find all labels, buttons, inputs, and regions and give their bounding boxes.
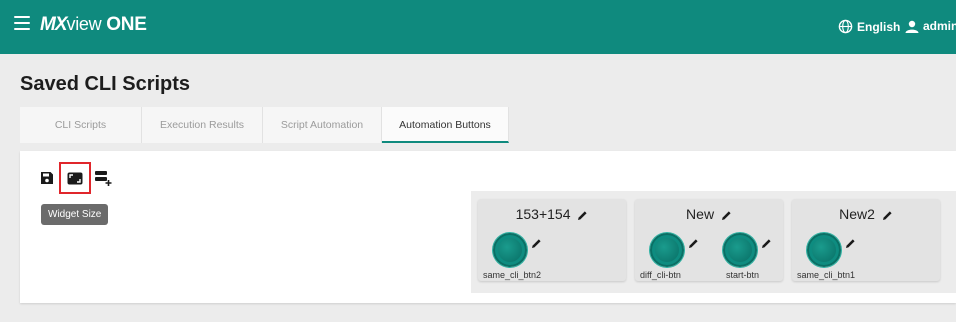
- edit-icon[interactable]: [845, 238, 856, 249]
- edit-icon[interactable]: [761, 238, 772, 249]
- edit-icon[interactable]: [688, 238, 699, 249]
- tab-execution-results[interactable]: Execution Results: [142, 107, 263, 143]
- automation-round-button[interactable]: [807, 233, 841, 267]
- tab-script-automation[interactable]: Script Automation: [263, 107, 382, 143]
- automation-round-button[interactable]: [650, 233, 684, 267]
- widget-size-button[interactable]: [59, 162, 91, 194]
- language-selector[interactable]: English: [838, 19, 900, 34]
- save-button[interactable]: [38, 169, 56, 187]
- button-label: same_cli_btn1: [797, 270, 856, 280]
- widget-title: New2: [839, 206, 875, 222]
- save-icon: [41, 172, 53, 184]
- automation-buttons-panel: Widget Size 153+154 same_cli_btn2 New di…: [20, 151, 956, 303]
- widget-title-row: New2: [792, 206, 940, 222]
- user-name: admin: [923, 19, 956, 33]
- widget-title: 153+154: [515, 206, 571, 222]
- edit-icon[interactable]: [531, 238, 542, 249]
- automation-button-unit: [650, 233, 698, 267]
- button-label: start-btn: [726, 270, 760, 280]
- widget-title: New: [686, 206, 715, 222]
- top-app-bar: MXview ONE English admin: [0, 0, 956, 54]
- tab-cli-scripts[interactable]: CLI Scripts: [20, 107, 142, 143]
- add-widget-button[interactable]: [94, 169, 112, 187]
- app-logo[interactable]: MXview ONE: [40, 14, 147, 36]
- user-icon: [905, 20, 919, 33]
- edit-icon[interactable]: [577, 210, 588, 221]
- edit-icon[interactable]: [721, 210, 732, 221]
- widget-size-icon: [67, 172, 83, 184]
- automation-round-button[interactable]: [723, 233, 757, 267]
- button-widget[interactable]: 153+154 same_cli_btn2: [478, 199, 626, 281]
- automation-button-unit: [493, 233, 541, 267]
- user-menu[interactable]: admin: [905, 19, 956, 33]
- button-widget[interactable]: New diff_cli-btn start-btn: [635, 199, 783, 281]
- add-widget-icon: [95, 171, 112, 186]
- page-title: Saved CLI Scripts: [20, 73, 191, 95]
- automation-button-unit: [723, 233, 771, 267]
- button-label: same_cli_btn2: [483, 270, 542, 280]
- automation-button-unit: [807, 233, 855, 267]
- edit-icon[interactable]: [882, 210, 893, 221]
- menu-icon[interactable]: [14, 16, 30, 30]
- automation-round-button[interactable]: [493, 233, 527, 267]
- widget-title-row: New: [635, 206, 783, 222]
- widget-title-row: 153+154: [478, 206, 626, 222]
- widget-grid: 153+154 same_cli_btn2 New diff_cli-btn s…: [471, 191, 956, 293]
- widget-size-tooltip: Widget Size: [41, 204, 109, 225]
- language-label: English: [857, 19, 901, 34]
- tab-bar: CLI Scripts Execution Results Script Aut…: [20, 107, 509, 144]
- button-widget[interactable]: New2 same_cli_btn1: [792, 199, 940, 281]
- tab-automation-buttons[interactable]: Automation Buttons: [382, 107, 509, 143]
- globe-icon: [838, 19, 853, 34]
- button-label: diff_cli-btn: [640, 270, 681, 280]
